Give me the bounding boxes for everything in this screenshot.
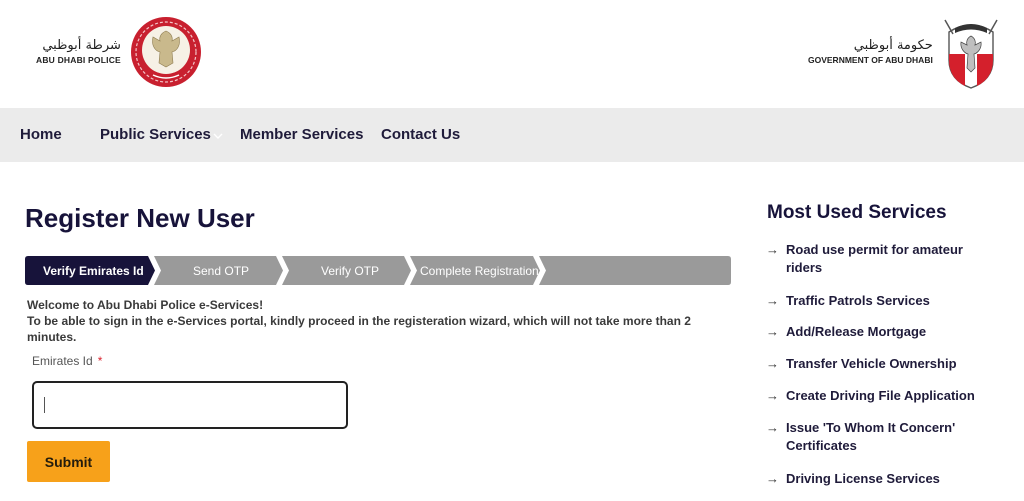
abu-dhabi-government-logo[interactable]: حكومة أبوظبي GOVERNMENT OF ABU DHABI [808,14,999,90]
emirates-id-label: Emirates Id * [32,354,102,368]
wizard-step-send-otp[interactable]: Send OTP [193,264,249,278]
site-header: شرطة أبوظبي ABU DHABI POLICE حكومة أبوظب… [0,0,1024,108]
instructions-line: To be able to sign in the e-Services por… [27,314,691,344]
arrow-right-icon: → [766,324,779,339]
service-link-label[interactable]: Create Driving File Application [786,387,986,405]
government-latin-name: GOVERNMENT OF ABU DHABI [808,55,933,65]
service-link[interactable]: → Create Driving File Application [766,387,1006,405]
police-logo-text: شرطة أبوظبي ABU DHABI POLICE [36,38,121,66]
abu-dhabi-police-logo[interactable]: شرطة أبوظبي ABU DHABI POLICE [36,14,203,90]
police-emblem-icon [130,17,201,87]
service-link[interactable]: → Driving License Services [766,470,1006,488]
text-cursor [44,397,45,413]
police-arabic-name: شرطة أبوظبي [42,38,121,53]
police-latin-name: ABU DHABI POLICE [36,55,121,65]
service-link-label[interactable]: Transfer Vehicle Ownership [786,355,986,373]
emirates-id-label-text: Emirates Id [32,354,93,368]
emirates-id-input[interactable] [34,383,346,427]
service-link[interactable]: → Road use permit for amateur riders [766,241,1006,277]
service-link[interactable]: → Transfer Vehicle Ownership [766,355,1006,373]
service-link[interactable]: → Traffic Patrols Services [766,292,1006,310]
arrow-right-icon: → [766,420,779,435]
service-link[interactable]: → Add/Release Mortgage [766,323,1006,341]
service-link-label[interactable]: Driving License Services [786,470,986,488]
page-title: Register New User [25,203,255,233]
government-emblem-icon [944,19,998,89]
registration-wizard: Verify Emirates Id Send OTP Verify OTP C… [25,256,731,285]
service-link-label[interactable]: Add/Release Mortgage [786,323,986,341]
service-link-label[interactable]: Issue 'To Whom It Concern' Certificates [786,419,986,455]
most-used-services-title: Most Used Services [767,202,947,223]
emirates-id-field-wrapper [32,381,348,429]
arrow-right-icon: → [766,356,779,371]
government-logo-text: حكومة أبوظبي GOVERNMENT OF ABU DHABI [808,38,933,66]
public-services-chevron-down-icon[interactable] [213,132,223,140]
nav-contact-us[interactable]: Contact Us [381,126,460,143]
required-marker: * [97,354,103,368]
submit-button[interactable]: Submit [27,441,110,482]
arrow-right-icon: → [766,242,779,257]
service-link-label[interactable]: Traffic Patrols Services [786,292,986,310]
main-nav: Home Public Services Member Services Con… [0,108,1024,162]
nav-member-services[interactable]: Member Services [240,126,363,143]
welcome-line: Welcome to Abu Dhabi Police e-Services! [27,298,264,312]
government-arabic-name: حكومة أبوظبي [853,38,933,53]
wizard-step-verify-emirates-id[interactable]: Verify Emirates Id [43,264,144,278]
wizard-step-verify-otp[interactable]: Verify OTP [321,264,379,278]
arrow-right-icon: → [766,388,779,403]
nav-public-services[interactable]: Public Services [100,126,211,143]
wizard-step-complete-registration[interactable]: Complete Registration [420,264,539,278]
arrow-right-icon: → [766,471,779,486]
nav-home[interactable]: Home [20,126,62,143]
service-link[interactable]: → Issue 'To Whom It Concern' Certificate… [766,419,1006,455]
service-link-label[interactable]: Road use permit for amateur riders [786,241,986,277]
welcome-message: Welcome to Abu Dhabi Police e-Services! … [27,297,727,345]
arrow-right-icon: → [766,293,779,308]
wizard-step-4-background [539,256,731,285]
